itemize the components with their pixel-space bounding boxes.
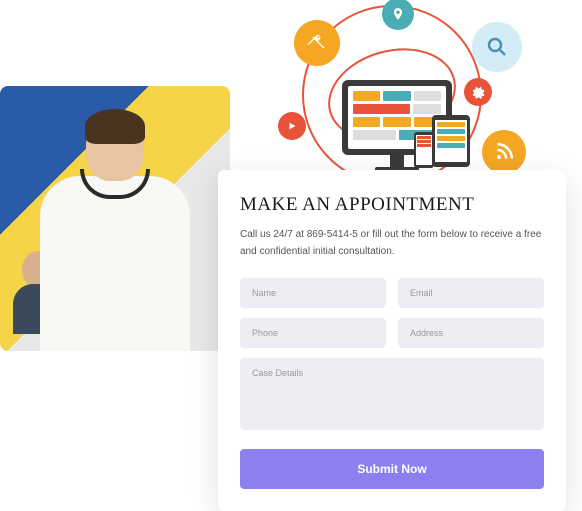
- phone-graphic: [414, 132, 434, 168]
- form-subtitle: Call us 24/7 at 869-5414-5 or fill out t…: [240, 226, 544, 260]
- search-icon: [472, 22, 522, 72]
- play-icon: [278, 112, 306, 140]
- submit-button[interactable]: Submit Now: [240, 449, 544, 489]
- hero-photo: [0, 86, 230, 351]
- rss-icon: [482, 130, 526, 174]
- form-title: MAKE AN APPOINTMENT: [240, 194, 544, 216]
- tablet-graphic: [432, 115, 470, 167]
- photo-person: [45, 111, 185, 351]
- phone-input[interactable]: [240, 318, 386, 348]
- email-input[interactable]: [398, 278, 544, 308]
- gear-icon: [464, 78, 492, 106]
- appointment-form: MAKE AN APPOINTMENT Call us 24/7 at 869-…: [218, 170, 566, 511]
- address-input[interactable]: [398, 318, 544, 348]
- tools-icon: [294, 20, 340, 66]
- name-input[interactable]: [240, 278, 386, 308]
- case-details-input[interactable]: [240, 358, 544, 430]
- tech-illustration: [232, 0, 552, 190]
